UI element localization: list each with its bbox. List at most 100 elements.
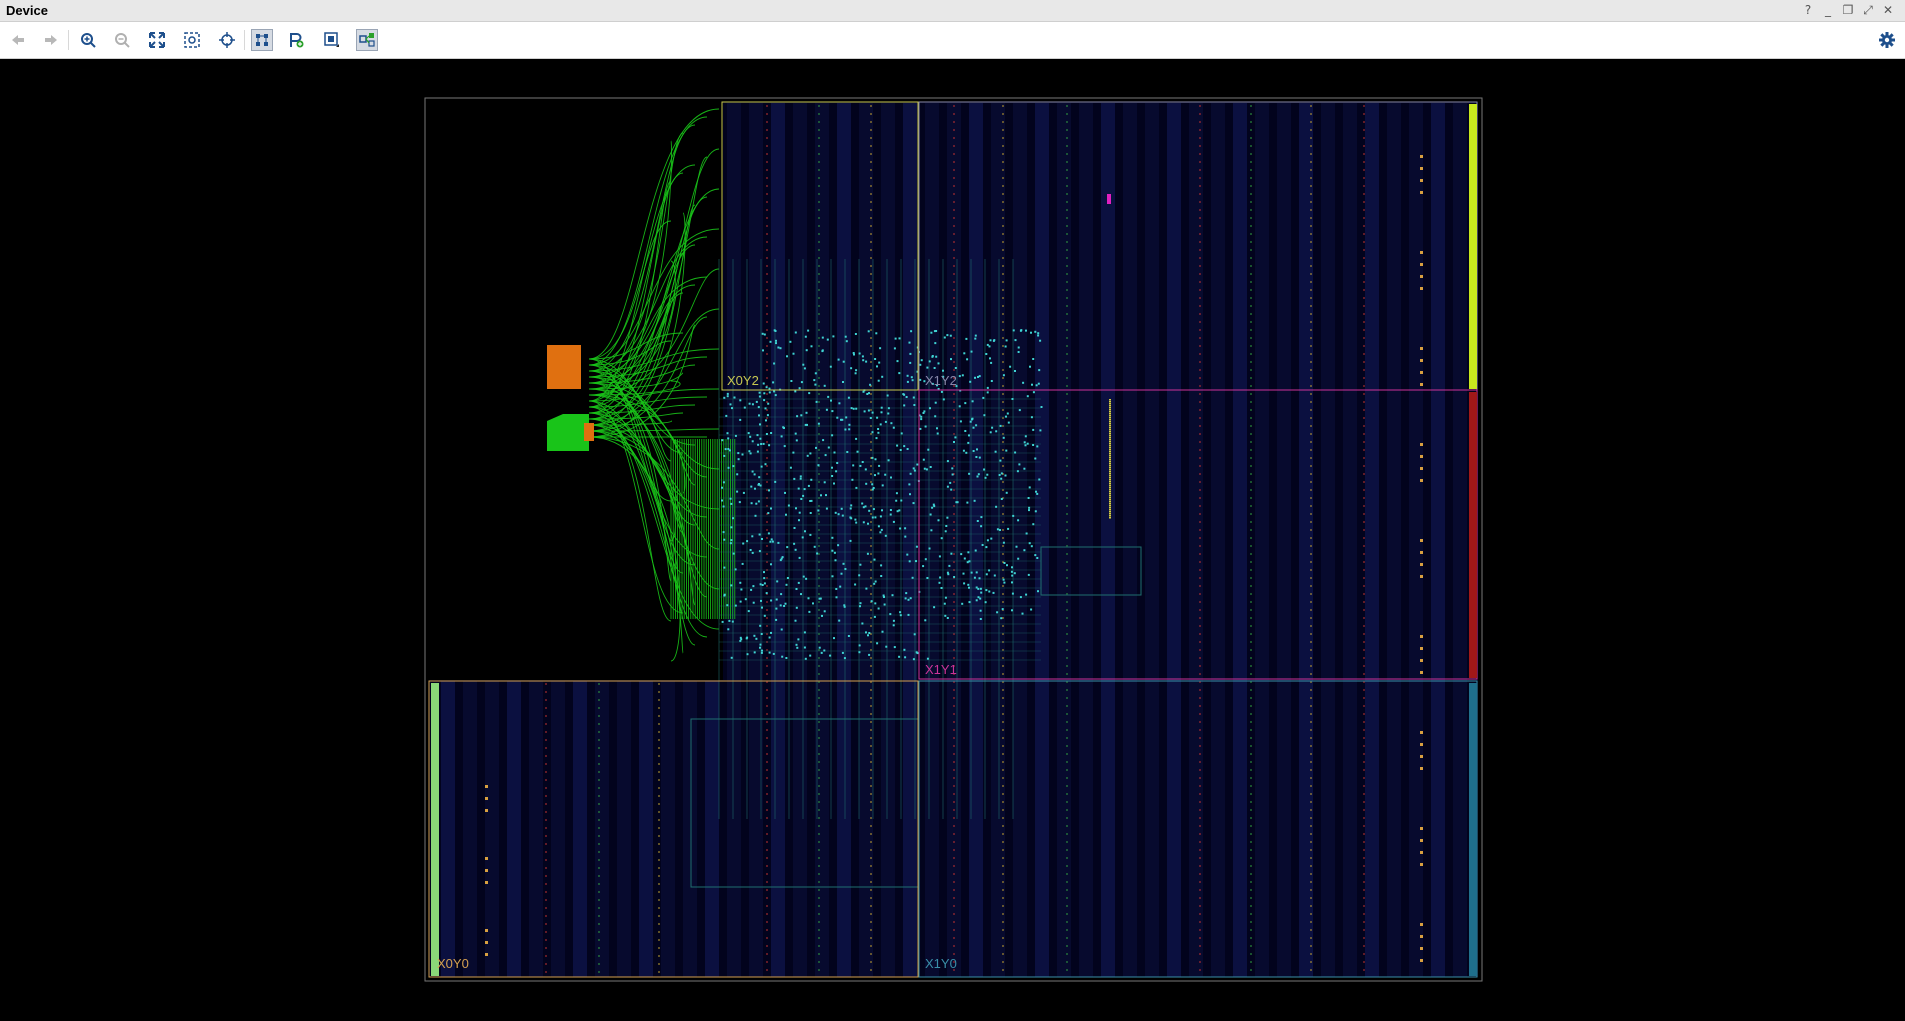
placed-cell [1023, 467, 1026, 470]
placed-cell [1028, 486, 1031, 489]
zoom-fit-button[interactable] [146, 29, 168, 51]
placed-cell [824, 454, 827, 457]
placed-cell [843, 657, 846, 660]
add-pblock-button[interactable] [285, 29, 307, 51]
placed-cell [1109, 457, 1111, 459]
placed-cell [751, 470, 754, 473]
placed-cell [912, 502, 915, 505]
placed-cell [760, 443, 763, 445]
placed-cell [726, 604, 729, 607]
placed-cell [763, 399, 766, 402]
placed-cell [999, 459, 1002, 462]
placed-cell [1109, 435, 1111, 437]
placed-cell [754, 514, 757, 517]
back-button[interactable] [7, 29, 29, 51]
placed-cell [984, 476, 987, 479]
placed-cell [985, 546, 988, 549]
placed-cell [805, 411, 808, 414]
placed-cell [865, 631, 867, 634]
placed-cell [769, 540, 772, 543]
placed-cell [802, 363, 805, 366]
routing-icon [256, 34, 268, 46]
placed-cell [949, 481, 952, 484]
placed-cell [912, 467, 915, 470]
placed-cell [749, 452, 752, 455]
placed-cell [835, 588, 838, 590]
placed-cell [967, 441, 970, 444]
placed-cell [1022, 381, 1025, 384]
placed-cell [858, 644, 861, 647]
placed-cell [854, 372, 857, 375]
placed-cell [877, 472, 880, 475]
placed-cell [723, 594, 726, 597]
placed-cell [739, 600, 742, 603]
forward-button[interactable] [40, 29, 62, 51]
placed-cell [1000, 617, 1003, 620]
placed-cell [1109, 433, 1111, 435]
close-icon[interactable]: ✕ [1880, 3, 1896, 17]
placed-cell [785, 583, 788, 586]
placed-cell [976, 475, 979, 478]
placed-cell [1011, 592, 1014, 595]
placed-cell [797, 638, 800, 641]
placed-cell [1009, 365, 1012, 368]
minimize-icon[interactable]: _ [1820, 3, 1836, 17]
placed-cell [993, 574, 996, 577]
placed-cell [962, 572, 965, 575]
placed-cell [1109, 505, 1111, 507]
settings-button[interactable] [1877, 30, 1897, 50]
placed-cell [915, 560, 917, 563]
placed-cell [1026, 442, 1029, 445]
io-pad [1420, 443, 1423, 446]
placed-cell [964, 402, 967, 405]
placed-cell [794, 548, 797, 551]
draw-pblock-button[interactable] [321, 29, 343, 51]
placed-cell [768, 651, 771, 654]
device-canvas[interactable]: X0Y2 X1Y2 X1Y1 X0Y0 X1Y0 [1, 59, 1905, 1016]
placed-cell [759, 646, 761, 649]
zoom-out-button[interactable] [111, 29, 133, 51]
placed-cell [800, 593, 802, 596]
device-view[interactable]: X0Y2 X1Y2 X1Y1 X0Y0 X1Y0 [1, 59, 1905, 1016]
placed-cell [1109, 499, 1111, 501]
maximize-icon[interactable]: ⤢ [1860, 3, 1876, 18]
routing-resources-button[interactable] [251, 29, 273, 51]
placed-cell [926, 366, 929, 369]
placed-cell [940, 587, 943, 589]
auto-fit-selection-button[interactable] [216, 29, 238, 51]
placed-cell [968, 601, 971, 604]
placed-cell [1109, 475, 1111, 477]
io-pad [1420, 671, 1423, 674]
placed-cell [746, 540, 749, 543]
zoom-in-button[interactable] [77, 29, 99, 51]
placed-cell [1109, 491, 1111, 493]
placed-cell [1109, 479, 1111, 481]
placed-cell [1109, 507, 1111, 509]
help-icon[interactable]: ? [1800, 3, 1816, 17]
placed-cell [823, 384, 826, 387]
placed-cell [859, 602, 862, 605]
placed-cell [774, 330, 777, 332]
placed-cell [768, 444, 771, 447]
placed-cell [884, 420, 887, 423]
placed-cell [820, 651, 823, 654]
placed-cell [1014, 339, 1017, 342]
placed-cell [793, 527, 796, 529]
io-pad [485, 797, 488, 800]
placed-cell [750, 502, 753, 505]
restore-icon[interactable]: ❐ [1840, 3, 1856, 17]
zoom-selected-button[interactable] [181, 29, 203, 51]
placed-cell [867, 634, 869, 637]
placed-cell [1109, 401, 1111, 403]
placed-cell [884, 534, 887, 537]
placed-cell [877, 525, 880, 528]
placed-cell [767, 532, 770, 535]
placed-cell [956, 501, 959, 504]
placed-cell [1025, 329, 1027, 332]
show-connections-button[interactable] [356, 29, 378, 51]
placed-cell [967, 551, 970, 554]
placed-cell [1026, 395, 1029, 398]
placed-cell [831, 434, 834, 437]
placed-cell [1109, 503, 1111, 505]
placed-cell [861, 355, 864, 358]
